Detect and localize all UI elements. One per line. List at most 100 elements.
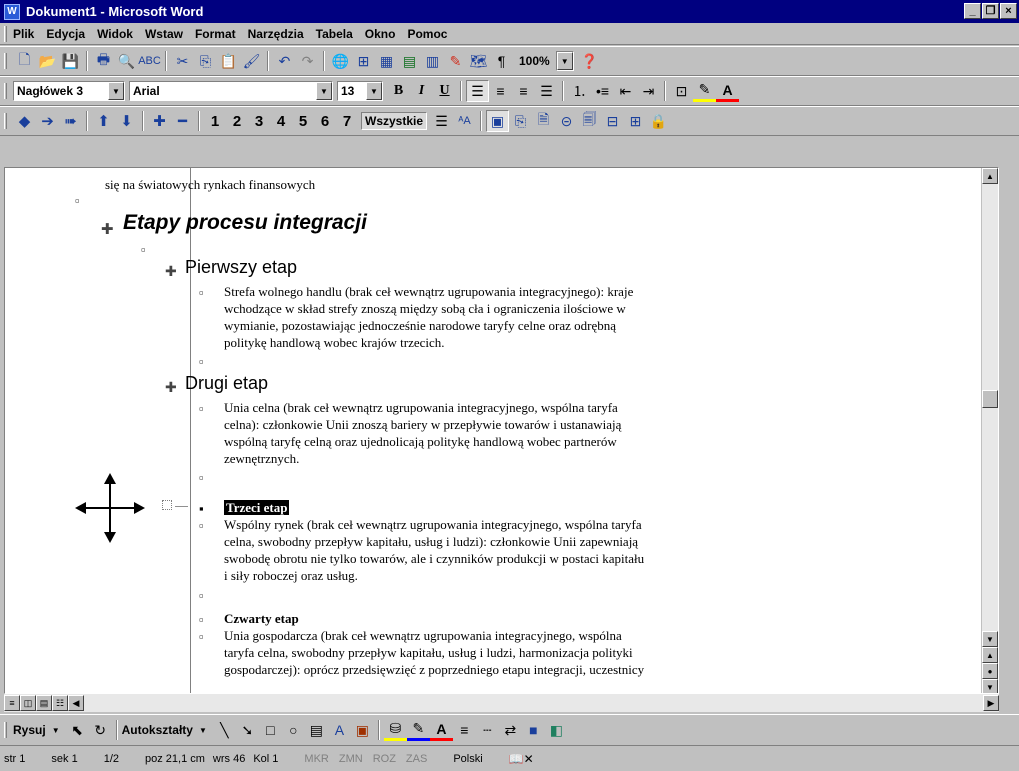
paragraph-line[interactable]: gospodarczej): oprócz przedsięwzięć z po… [224,661,644,678]
line-style-icon[interactable]: ≡ [453,719,476,741]
drag-handle[interactable] [162,500,172,510]
scroll-down-button[interactable]: ▼ [982,631,998,647]
bold-button[interactable]: B [387,80,410,102]
menu-edycja[interactable]: Edycja [46,27,85,41]
zoom-value[interactable]: 100% [519,54,550,68]
copy-icon[interactable]: ⎘ [194,50,217,72]
menu-plik[interactable]: Plik [13,27,34,41]
body-text[interactable]: się na światowych rynkach finansowych [105,176,315,193]
toolbar-grip[interactable] [4,113,7,129]
lock-document-icon[interactable]: 🔒 [647,110,670,132]
status-ext[interactable]: ROZ [373,753,396,765]
dash-style-icon[interactable]: ┄ [476,719,499,741]
new-document-icon[interactable]: 🗋 [13,50,36,72]
heading-level-3-selected[interactable]: Trzeci etap [224,500,290,515]
body-text-marker[interactable]: ▫ [199,629,204,644]
justify-icon[interactable]: ☰ [535,80,558,102]
shadow-icon[interactable]: ■ [522,719,545,741]
oval-tool-icon[interactable]: ○ [282,719,305,741]
body-text-marker[interactable]: ▫ [141,242,146,257]
paragraph-line[interactable]: taryfa celna, swobodny przepływ kapitału… [224,644,633,661]
outline-view-icon[interactable]: ☷ [52,695,68,711]
paragraph-line[interactable]: zewnętrznych. [224,450,299,467]
hyperlink-icon[interactable]: 🌐 [329,50,352,72]
heading-level-2[interactable]: Pierwszy etap [185,258,297,276]
show-level-7-button[interactable]: 7 [336,110,358,132]
zoom-dropdown[interactable]: ▼ [555,51,574,71]
numbering-icon[interactable]: ⒈ [568,80,591,102]
autoshapes-menu-button[interactable]: Autokształty [122,723,193,737]
selected-marker[interactable]: ▪ [199,501,204,516]
menu-format[interactable]: Format [195,27,236,41]
scroll-right-button[interactable]: ▶ [983,695,999,711]
paragraph-line[interactable]: wchodzące w skład strefy znoszą między s… [224,300,626,317]
select-browse-object-button[interactable]: ● [982,663,998,679]
insert-subdocument-icon[interactable]: 🗐 [578,110,601,132]
menu-pomoc[interactable]: Pomoc [407,27,447,41]
insert-excel-icon[interactable]: ▤ [398,50,421,72]
paste-icon[interactable]: 📋 [217,50,240,72]
show-formatting-icon[interactable]: ᴬA [453,110,476,132]
undo-icon[interactable]: ↶ [273,50,296,72]
paragraph-line[interactable]: Unia gospodarcza (brak ceł wewnątrz ugru… [224,627,622,644]
demote-to-body-icon[interactable]: ➠ [59,110,82,132]
font-size-dropdown[interactable]: 13 ▼ [337,81,383,101]
expand-heading-icon[interactable]: ✚ [101,220,114,238]
menu-narzedzia[interactable]: Narzędzia [248,27,304,41]
master-document-view-icon[interactable]: ▣ [486,110,510,132]
tables-borders-icon[interactable]: ⊞ [352,50,375,72]
select-objects-icon[interactable]: ⬉ [66,719,89,741]
toolbar-grip[interactable] [4,83,7,99]
body-text-marker[interactable]: ▫ [199,518,204,533]
collapse-subdocuments-icon[interactable]: ⎘ [509,110,532,132]
insert-clipart-icon[interactable]: ▣ [351,719,374,741]
expand-icon[interactable]: ✚ [148,110,171,132]
next-page-button[interactable]: ▼ [982,679,998,693]
scroll-up-button[interactable]: ▲ [982,168,998,184]
web-layout-view-icon[interactable]: ◫ [20,695,36,711]
previous-page-button[interactable]: ▲ [982,647,998,663]
cut-icon[interactable]: ✂ [171,50,194,72]
draw-menu-button[interactable]: Rysuj [13,723,46,737]
paragraph-line[interactable]: swobodę obrotu nie tylko towarów, ale i … [224,550,644,567]
paragraph-line[interactable]: Strefa wolnego handlu (brak ceł wewnątrz… [224,283,633,300]
demote-icon[interactable]: ➔ [36,110,59,132]
split-subdocument-icon[interactable]: ⊞ [624,110,647,132]
body-text-marker[interactable]: ▫ [199,470,204,485]
wordart-icon[interactable]: A [328,719,351,741]
fill-color-icon[interactable]: ⛁ [383,719,407,741]
free-rotate-icon[interactable]: ↻ [89,719,112,741]
show-all-button[interactable]: Wszystkie [361,112,428,130]
scroll-left-button[interactable]: ◀ [68,695,84,711]
spelling-icon[interactable]: ABC [138,50,161,72]
show-level-2-button[interactable]: 2 [226,110,248,132]
underline-button[interactable]: U [433,80,456,102]
open-folder-icon[interactable]: 📂 [36,50,59,72]
align-left-icon[interactable]: ☰ [466,80,489,102]
status-ovr[interactable]: ZAS [406,753,427,765]
merge-subdocument-icon[interactable]: ⊟ [601,110,624,132]
create-subdocument-icon[interactable]: 🗎 [532,110,555,132]
paragraph-line[interactable]: wspólną taryfę celną oraz ujednolicają p… [224,433,617,450]
restore-button[interactable]: ❐ [982,3,999,19]
arrow-tool-icon[interactable]: ➘ [236,719,259,741]
normal-view-icon[interactable]: ≡ [4,695,20,711]
status-rec[interactable]: MKR [304,753,328,765]
paragraph-line[interactable]: politykę handlową wobec krajów trzecich. [224,334,445,351]
toolbar-grip[interactable] [4,25,7,42]
help-icon[interactable]: ❓ [578,50,601,72]
promote-icon[interactable]: ◆ [13,110,36,132]
paragraph-line[interactable]: wymianie, pozostawiając jednocześnie nar… [224,317,616,334]
borders-icon[interactable]: ⊡ [670,80,693,102]
expand-heading-icon[interactable]: ✚ [165,379,177,396]
menu-widok[interactable]: Widok [97,27,133,41]
body-text-marker[interactable]: ▫ [199,401,204,416]
toolbar-grip[interactable] [4,53,7,69]
increase-indent-icon[interactable]: ⇥ [637,80,660,102]
paragraph-line[interactable]: celna): członkowie Unii znoszą bariery w… [224,416,621,433]
drawing-icon[interactable]: ✎ [444,50,467,72]
redo-icon[interactable]: ↷ [296,50,319,72]
move-down-icon[interactable]: ⬇ [115,110,138,132]
3d-icon[interactable]: ◧ [545,719,568,741]
vertical-scrollbar[interactable]: ▲ ▼ ▲ ● ▼ [981,168,998,693]
